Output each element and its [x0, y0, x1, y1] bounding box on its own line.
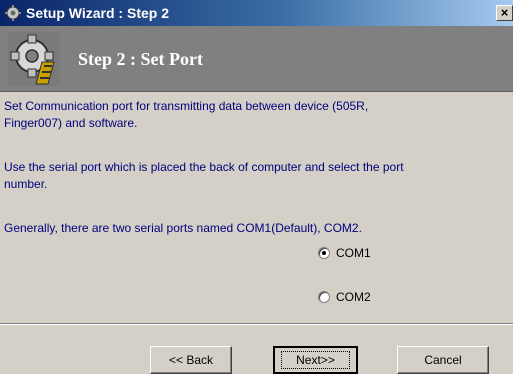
instruction-text-3: Generally, there are two serial ports na… [4, 221, 362, 235]
gear-icon [5, 5, 21, 21]
wizard-content: Set Communication port for transmitting … [0, 92, 513, 324]
com1-label[interactable]: COM1 [336, 246, 371, 260]
radio-selected-icon[interactable] [318, 247, 330, 259]
setup-wizard-window: Setup Wizard : Step 2 × Step 2 : Set Por… [0, 0, 513, 374]
instruction-text-1: Set Communication port for transmitting … [4, 99, 369, 130]
wizard-header: Step 2 : Set Port [0, 26, 513, 92]
com2-radio[interactable]: COM2 [318, 290, 371, 304]
close-button[interactable]: × [496, 5, 513, 21]
title-bar[interactable]: Setup Wizard : Step 2 × [0, 0, 513, 26]
cancel-button[interactable]: Cancel [397, 346, 489, 374]
next-button[interactable]: Next>> [273, 346, 358, 374]
page-title: Step 2 : Set Port [78, 49, 203, 69]
com2-label[interactable]: COM2 [336, 290, 371, 304]
radio-unselected-icon[interactable] [318, 291, 330, 303]
button-bar: << Back Next>> Cancel [0, 324, 513, 374]
next-button-label[interactable]: Next>> [281, 351, 350, 369]
window-title: Setup Wizard : Step 2 [26, 5, 170, 21]
instruction-text-2: Use the serial port which is placed the … [4, 160, 404, 191]
back-button[interactable]: << Back [150, 346, 232, 374]
com1-radio[interactable]: COM1 [318, 246, 371, 260]
gear-icon [8, 32, 60, 86]
